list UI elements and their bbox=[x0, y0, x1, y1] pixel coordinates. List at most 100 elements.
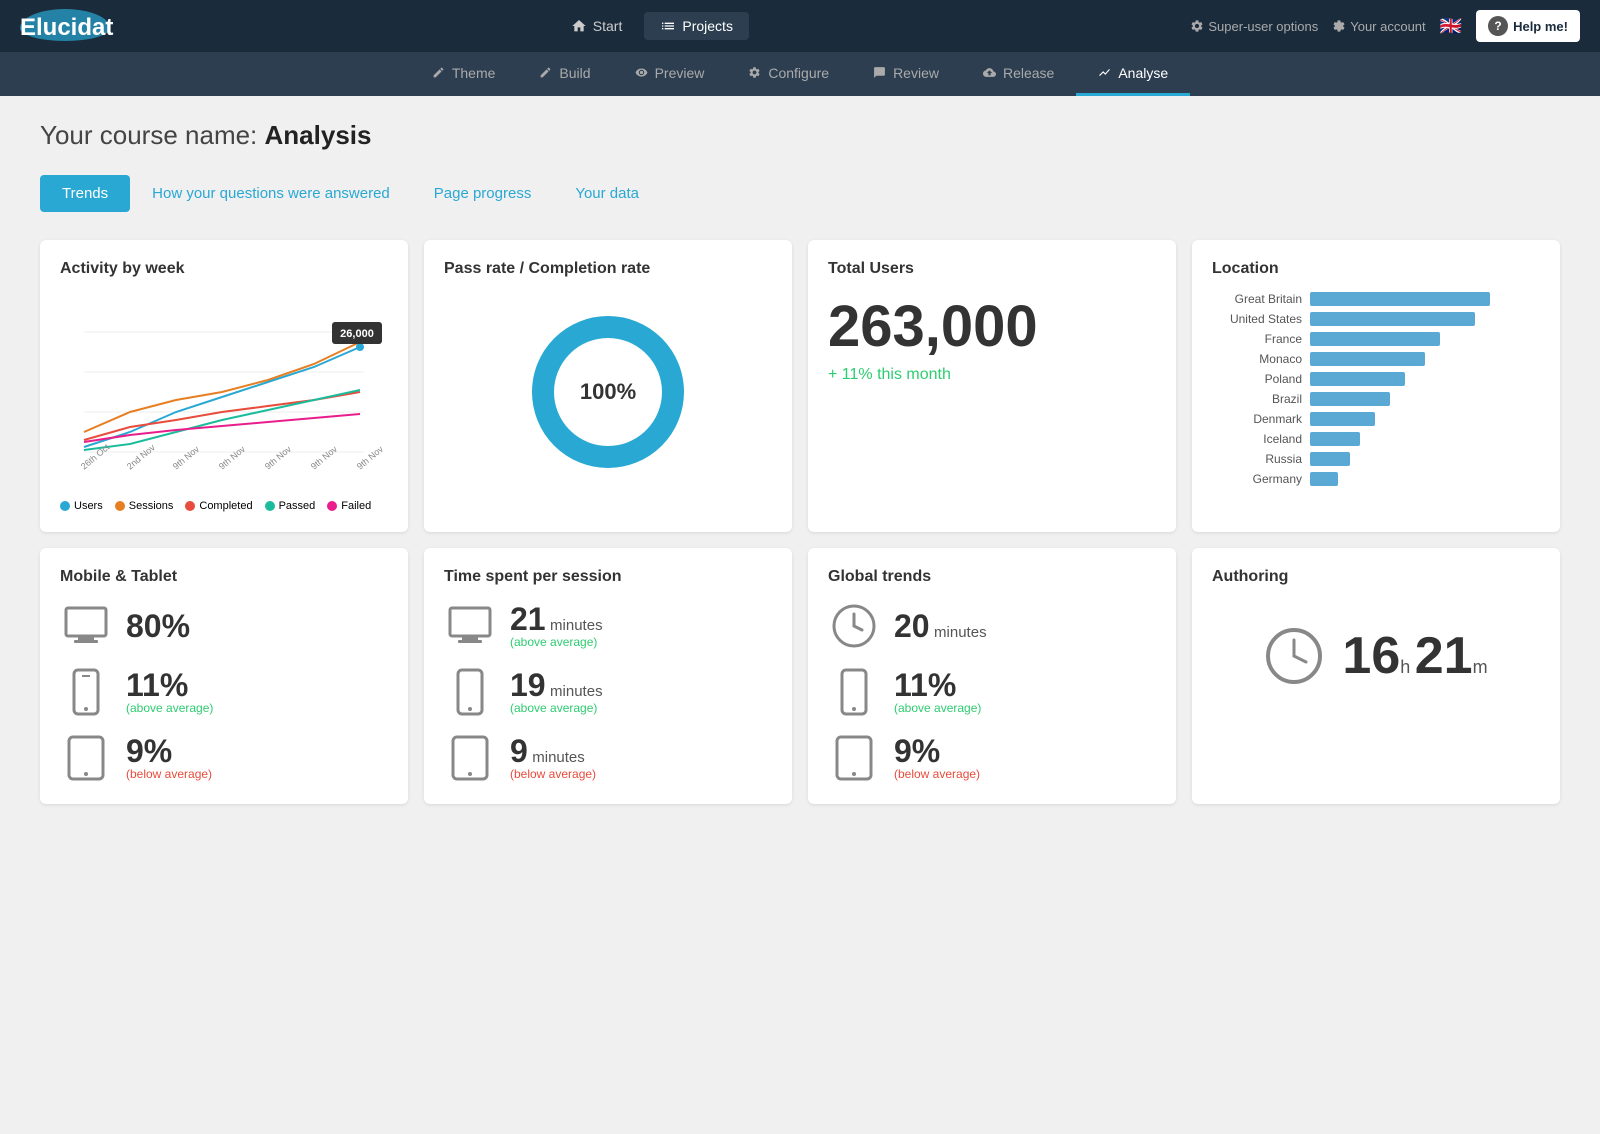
account-icon bbox=[1332, 19, 1346, 33]
location-bar-row: France bbox=[1212, 332, 1540, 346]
cloud-upload-icon bbox=[983, 66, 996, 79]
location-country-label: Poland bbox=[1212, 372, 1302, 386]
location-bar-row: United States bbox=[1212, 312, 1540, 326]
location-bar-row: Denmark bbox=[1212, 412, 1540, 426]
global-stat-row: 20 minutes 11% (above average) bbox=[828, 600, 1156, 784]
subnav-review[interactable]: Review bbox=[851, 52, 961, 96]
location-bar-fill bbox=[1310, 412, 1375, 426]
global-trends-title: Global trends bbox=[828, 568, 1156, 586]
location-country-label: United States bbox=[1212, 312, 1302, 326]
location-bar-fill bbox=[1310, 452, 1350, 466]
authoring-value-display: 16h 21m bbox=[1212, 626, 1540, 686]
activity-chart: 26,000 26th Oct 2nd Nov 9th Nov 9th Nov … bbox=[60, 292, 388, 492]
phone-svg bbox=[70, 668, 102, 716]
page-content: Your course name: Analysis Trends How yo… bbox=[0, 96, 1600, 844]
location-country-label: Iceland bbox=[1212, 432, 1302, 446]
location-bar-row: Brazil bbox=[1212, 392, 1540, 406]
subnav-theme[interactable]: Theme bbox=[410, 52, 518, 96]
home-icon bbox=[571, 18, 587, 34]
time-monitor-icon bbox=[444, 600, 496, 652]
location-bar-fill bbox=[1310, 352, 1425, 366]
legend-completed-dot bbox=[185, 501, 195, 511]
top-cards-row: Activity by week bbox=[40, 240, 1560, 532]
authoring-card: Authoring 16h 21m bbox=[1192, 548, 1560, 804]
list-icon bbox=[660, 18, 676, 34]
analytics-tabs: Trends How your questions were answered … bbox=[40, 175, 1560, 212]
activity-card: Activity by week bbox=[40, 240, 408, 532]
mobile-phone-item: 11% (above average) bbox=[60, 666, 388, 718]
location-bar-row: Great Britain bbox=[1212, 292, 1540, 306]
mobile-monitor-item: 80% bbox=[60, 600, 388, 652]
nav-start[interactable]: Start bbox=[555, 12, 639, 40]
time-tablet-icon bbox=[444, 732, 496, 784]
total-users-card: Total Users 263,000 + 11% this month bbox=[808, 240, 1176, 532]
location-country-label: Germany bbox=[1212, 472, 1302, 486]
nav-projects[interactable]: Projects bbox=[644, 12, 749, 40]
pencil-icon-theme bbox=[432, 66, 445, 79]
mobile-tablet-item: 9% (below average) bbox=[60, 732, 388, 784]
location-bar-fill bbox=[1310, 332, 1440, 346]
global-phone-item: 11% (above average) bbox=[828, 666, 1156, 718]
svg-text:9th Nov: 9th Nov bbox=[217, 444, 248, 472]
mobile-stat-row: 80% 11% (above average) bbox=[60, 600, 388, 784]
authoring-title: Authoring bbox=[1212, 568, 1540, 586]
chart-icon bbox=[1098, 66, 1111, 79]
tab-progress[interactable]: Page progress bbox=[412, 175, 554, 212]
location-bar-fill bbox=[1310, 312, 1475, 326]
location-country-label: Brazil bbox=[1212, 392, 1302, 406]
tablet-svg bbox=[67, 734, 105, 782]
total-users-value: 263,000 bbox=[828, 298, 1156, 356]
monitor-svg bbox=[62, 602, 110, 650]
subnav-build[interactable]: Build bbox=[517, 52, 612, 96]
page-title: Your course name: Analysis bbox=[40, 120, 1560, 151]
location-bars: Great BritainUnited StatesFranceMonacoPo… bbox=[1212, 292, 1540, 486]
gear-icon bbox=[1190, 19, 1204, 33]
top-bar: Elucidat Start Projects Super-user optio… bbox=[0, 0, 1600, 52]
mobile-tablet-card: Mobile & Tablet 80% bbox=[40, 548, 408, 804]
location-country-label: Great Britain bbox=[1212, 292, 1302, 306]
tablet-icon-mobile bbox=[60, 732, 112, 784]
svg-text:9th Nov: 9th Nov bbox=[171, 444, 202, 472]
super-user-link[interactable]: Super-user options bbox=[1190, 19, 1318, 34]
global-tablet-item: 9% (below average) bbox=[828, 732, 1156, 784]
logo-text: Elucidat bbox=[20, 11, 113, 41]
legend-passed-dot bbox=[265, 501, 275, 511]
location-title: Location bbox=[1212, 260, 1540, 278]
mobile-monitor-value: 80% bbox=[126, 610, 190, 642]
location-country-label: France bbox=[1212, 332, 1302, 346]
subnav-analyse[interactable]: Analyse bbox=[1076, 52, 1190, 96]
subnav-release[interactable]: Release bbox=[961, 52, 1076, 96]
language-flag[interactable]: 🇬🇧 bbox=[1440, 16, 1462, 37]
legend-users-dot bbox=[60, 501, 70, 511]
location-bar-fill bbox=[1310, 292, 1490, 306]
global-phone-icon bbox=[828, 666, 880, 718]
tab-your-data[interactable]: Your data bbox=[553, 175, 661, 212]
subnav-preview[interactable]: Preview bbox=[613, 52, 727, 96]
location-bar-fill bbox=[1310, 392, 1390, 406]
tab-questions[interactable]: How your questions were answered bbox=[130, 175, 412, 212]
location-bar-fill bbox=[1310, 472, 1338, 486]
svg-text:9th Nov: 9th Nov bbox=[309, 444, 340, 472]
location-bar-row: Iceland bbox=[1212, 432, 1540, 446]
authoring-clock-icon bbox=[1264, 626, 1324, 686]
mobile-phone-value: 11% (above average) bbox=[126, 669, 213, 715]
donut-value: 100% bbox=[580, 379, 636, 405]
chart-legend: Users Sessions Completed Passed Failed bbox=[60, 500, 388, 512]
legend-failed: Failed bbox=[327, 500, 371, 512]
top-nav: Start Projects bbox=[555, 12, 749, 40]
top-right-nav: Super-user options Your account 🇬🇧 ? Hel… bbox=[1190, 10, 1580, 42]
svg-text:9th Nov: 9th Nov bbox=[263, 444, 294, 472]
pencil-icon-build bbox=[539, 66, 552, 79]
donut-chart-container: 100% bbox=[444, 292, 772, 492]
time-tablet-item: 9 minutes (below average) bbox=[444, 732, 772, 784]
tab-trends[interactable]: Trends bbox=[40, 175, 130, 212]
legend-users: Users bbox=[60, 500, 103, 512]
location-bar-fill bbox=[1310, 372, 1405, 386]
subnav-configure[interactable]: Configure bbox=[726, 52, 851, 96]
svg-text:26,000: 26,000 bbox=[340, 328, 374, 340]
global-trends-card: Global trends 20 minutes bbox=[808, 548, 1176, 804]
mobile-tablet-title: Mobile & Tablet bbox=[60, 568, 388, 586]
your-account-link[interactable]: Your account bbox=[1332, 19, 1425, 34]
time-phone-icon bbox=[444, 666, 496, 718]
help-button[interactable]: ? Help me! bbox=[1476, 10, 1580, 42]
